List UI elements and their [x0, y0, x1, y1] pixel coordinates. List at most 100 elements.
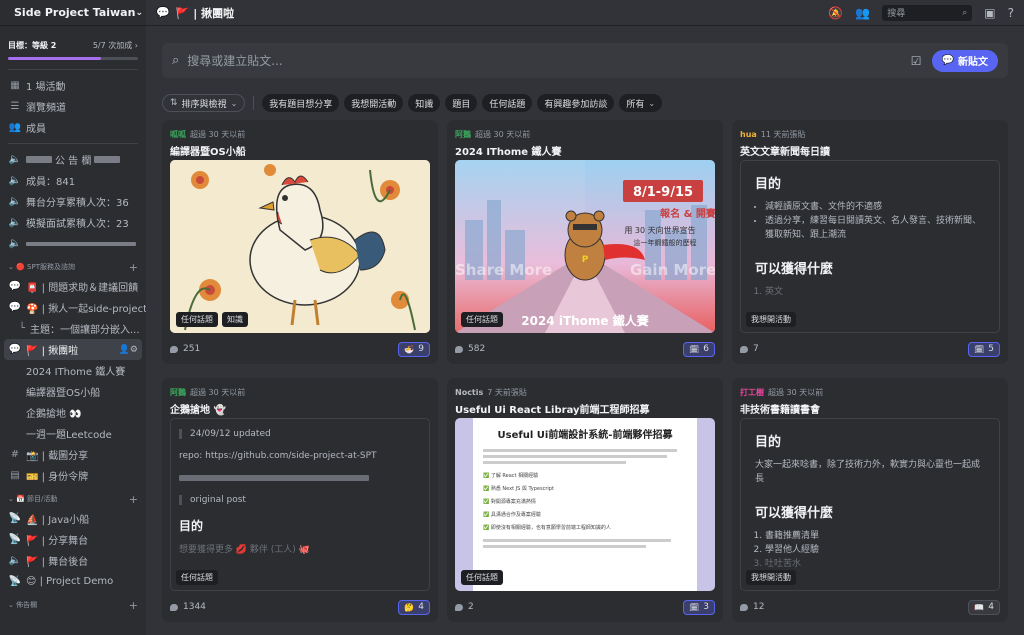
plus-icon[interactable]: + — [129, 599, 138, 612]
sidebar-item-java[interactable]: 📡 ⛵ | Java小船 — [0, 508, 146, 529]
server-header[interactable]: Side Project Taiwan ⌄ — [0, 0, 146, 26]
post-tags: 任何話題 — [461, 570, 503, 585]
sidebar-item-screenshots[interactable]: # 📸 | 截圖分享 — [0, 444, 146, 465]
post-card[interactable]: 打工樹 超過 30 天以前 非技術書籍讀書會 目的 大家一起來唸書，除了技術力外，… — [732, 378, 1008, 622]
post-card[interactable]: 呱呱 超過 30 天以前 編譯器暨OS小船 任何話題 知識 251 🍜 9 — [162, 120, 438, 364]
tag-filter[interactable]: 有興趣參加訪談 — [537, 94, 615, 112]
reaction-button[interactable]: 🗓 3 — [683, 599, 715, 615]
reaction-button[interactable]: 📖 4 — [968, 599, 1000, 615]
reaction-button[interactable]: 🗓 6 — [683, 341, 715, 357]
sidebar-item-browse[interactable]: ☰ 瀏覽頻道 — [0, 96, 146, 117]
redacted-line — [179, 473, 421, 483]
sidebar-thread-leetcode[interactable]: 一週一題Leetcode — [0, 423, 146, 444]
category-board[interactable]: ⌄ 佈告欄 + — [0, 596, 146, 614]
doc-check: ✅ 了解 React 相關經驗 — [483, 473, 539, 479]
sidebar-item-stage-count[interactable]: 🔈 舞台分享累積人次：36 — [0, 191, 146, 212]
sidebar-thread-topic[interactable]: └ 主題：一個讓部分嵌入... — [0, 318, 146, 339]
post-tags: 我想開活動 — [746, 570, 796, 585]
sidebar-item-help[interactable]: 💬 📮 | 問題求助＆建議回饋 — [0, 276, 146, 297]
sidebar-item-share-stage[interactable]: 📡 🚩 | 分享舞台 — [0, 529, 146, 550]
sidebar-item-label: 📮 | 問題求助＆建議回饋 — [26, 283, 139, 294]
tag-filter[interactable]: 我想開活動 — [344, 94, 404, 112]
sidebar-item-announcement[interactable]: 🔈 公 告 欄 — [0, 149, 146, 170]
sidebar-item-events[interactable]: ▦ 1 場活動 — [0, 75, 146, 96]
post-time: 7 天前張貼 — [487, 388, 527, 397]
sidebar-item-interview-count[interactable]: 🔈 模擬面試累積人次：23 — [0, 212, 146, 233]
post-card[interactable]: Noctis 7 天前張貼 Useful Ui React Libray前端工程師… — [447, 378, 723, 622]
reaction-button[interactable]: 🤔 4 — [398, 599, 430, 615]
speaker-icon: 🔈 — [8, 196, 22, 207]
post-card[interactable]: 阿鵝 超過 30 天以前 2024 IThome 鐵人賽 8/1-9/15 報名 … — [447, 120, 723, 364]
post-time: 超過 30 天以前 — [475, 130, 531, 139]
sidebar-item-demo[interactable]: 📡 😊 | Project Demo — [0, 571, 146, 592]
post-card[interactable]: 阿鵝 超過 30 天以前 企鵝搶地 👻 24/09/12 updated repo… — [162, 378, 438, 622]
category-events[interactable]: ⌄ 📅 節目/活動 + — [0, 490, 146, 508]
add-member-icon[interactable]: 👤⚙ — [119, 345, 138, 355]
message-count: 2 — [455, 602, 474, 612]
members-list-icon[interactable]: 👥 — [855, 6, 870, 20]
message-icon — [455, 603, 463, 611]
tag-filter[interactable]: 題目 — [445, 94, 478, 112]
sidebar-thread-compiler[interactable]: 編譯器暨OS小船 — [0, 381, 146, 402]
reaction-button[interactable]: 🍜 9 — [398, 341, 430, 357]
sidebar-item-backstage[interactable]: 🔈 🚩 | 舞台後台 — [0, 550, 146, 571]
inbox-icon[interactable]: ▣ — [984, 6, 995, 20]
plus-icon[interactable]: + — [129, 261, 138, 274]
sidebar-item-redacted[interactable]: 🔈 — [0, 233, 146, 254]
search-input[interactable]: 搜尋 ⌕ — [882, 4, 973, 21]
post-author[interactable]: 呱呱 — [170, 130, 186, 139]
sidebar-item-label: 🎫 | 身份令牌 — [26, 472, 89, 483]
sidebar-item-label: 😊 | Project Demo — [26, 576, 114, 587]
divider — [8, 143, 138, 144]
goal-progress-bar — [8, 57, 138, 60]
tag-filter[interactable]: 任何話題 — [482, 94, 533, 112]
post-image: Useful Ui前端設計系統-前端夥伴招募 ✅ 了解 React 相關經驗 ✅… — [455, 418, 715, 591]
sidebar-item-find-partner[interactable]: 💬 🍄 | 揪人一起side-project — [0, 297, 146, 318]
goal-progress-fill — [8, 57, 101, 60]
filter-bar: ⇅ 排序與檢視 ⌄ 我有題目想分享 我想開活動 知識 題目 任何話題 有興趣參加… — [162, 94, 663, 112]
post-card[interactable]: hua11 天前張貼 英文文章新聞每日讀 目的 減輕讀原文書、文件的不適感 透過… — [732, 120, 1008, 364]
sidebar-item-group-up[interactable]: 💬 🚩 | 揪團啦 👤⚙ — [4, 339, 142, 360]
notification-muted-icon[interactable]: 🔕 — [828, 6, 843, 20]
preview-heading: 可以獲得什麼 — [755, 506, 834, 521]
help-icon[interactable]: ? — [1008, 6, 1014, 20]
category-label: ⌄ 📅 節目/活動 — [8, 495, 58, 503]
tag-filter[interactable]: 我有題目想分享 — [262, 94, 340, 112]
sidebar-item-label: ⛵ | Java小船 — [26, 515, 90, 526]
post-author[interactable]: Noctis — [455, 388, 483, 397]
post-time: 超過 30 天以前 — [768, 388, 824, 397]
sidebar-item-label: 主題：一個讓部分嵌入... — [30, 325, 140, 336]
post-author[interactable]: 阿鵝 — [170, 388, 186, 397]
post-author[interactable]: hua — [740, 130, 757, 139]
reaction-button[interactable]: 🗓 5 — [968, 341, 1000, 357]
stage-icon: 📡 — [8, 576, 22, 587]
tag-filter[interactable]: 知識 — [408, 94, 441, 112]
sidebar-item-members[interactable]: 👥 成員 — [0, 117, 146, 138]
plus-icon[interactable]: + — [129, 493, 138, 506]
sort-view-button[interactable]: ⇅ 排序與檢視 ⌄ — [162, 94, 246, 112]
sidebar-item-members-count[interactable]: 🔈 成員：841 — [0, 170, 146, 191]
category-spt[interactable]: ⌄ 🔴 SPT服務及諮詢 + — [0, 258, 146, 276]
sidebar-item-label: 🚩 | 分享舞台 — [26, 536, 89, 547]
post-author[interactable]: 阿鵝 — [455, 130, 471, 139]
chat-bubble-icon: 💬 — [941, 55, 954, 66]
message-icon — [455, 345, 463, 353]
sidebar-item-label: 成員：841 — [26, 177, 76, 188]
post-author[interactable]: 打工樹 — [740, 388, 764, 397]
sidebar-item-roles[interactable]: ▤ 🎫 | 身份令牌 — [0, 465, 146, 486]
sidebar-thread-ithome[interactable]: 2024 IThome 鐵人賽 — [0, 360, 146, 381]
post-search-input[interactable]: ⌕ 搜尋或建立貼文... ☑ 💬 新貼文 — [162, 43, 1008, 78]
book-emoji-icon: 📖 — [974, 602, 985, 612]
new-post-button[interactable]: 💬 新貼文 — [931, 49, 998, 72]
all-tags-dropdown[interactable]: 所有 ⌄ — [619, 94, 663, 112]
checklist-icon[interactable]: ☑ — [911, 54, 922, 68]
sidebar-item-label: 企鵝搶地 👀 — [26, 409, 82, 420]
doc-filler — [483, 545, 647, 548]
preview-heading: 目的 — [755, 177, 782, 192]
banner-share: Share More — [455, 261, 552, 279]
sidebar-item-label: 2024 IThome 鐵人賽 — [26, 367, 126, 378]
speaker-icon: 🔈 — [8, 217, 22, 228]
sidebar-thread-penguin[interactable]: 企鵝搶地 👀 — [0, 402, 146, 423]
sort-icon: ⇅ — [170, 98, 178, 108]
boost-goal[interactable]: 目標：等級 2 5/7 次加成 › — [0, 26, 146, 64]
